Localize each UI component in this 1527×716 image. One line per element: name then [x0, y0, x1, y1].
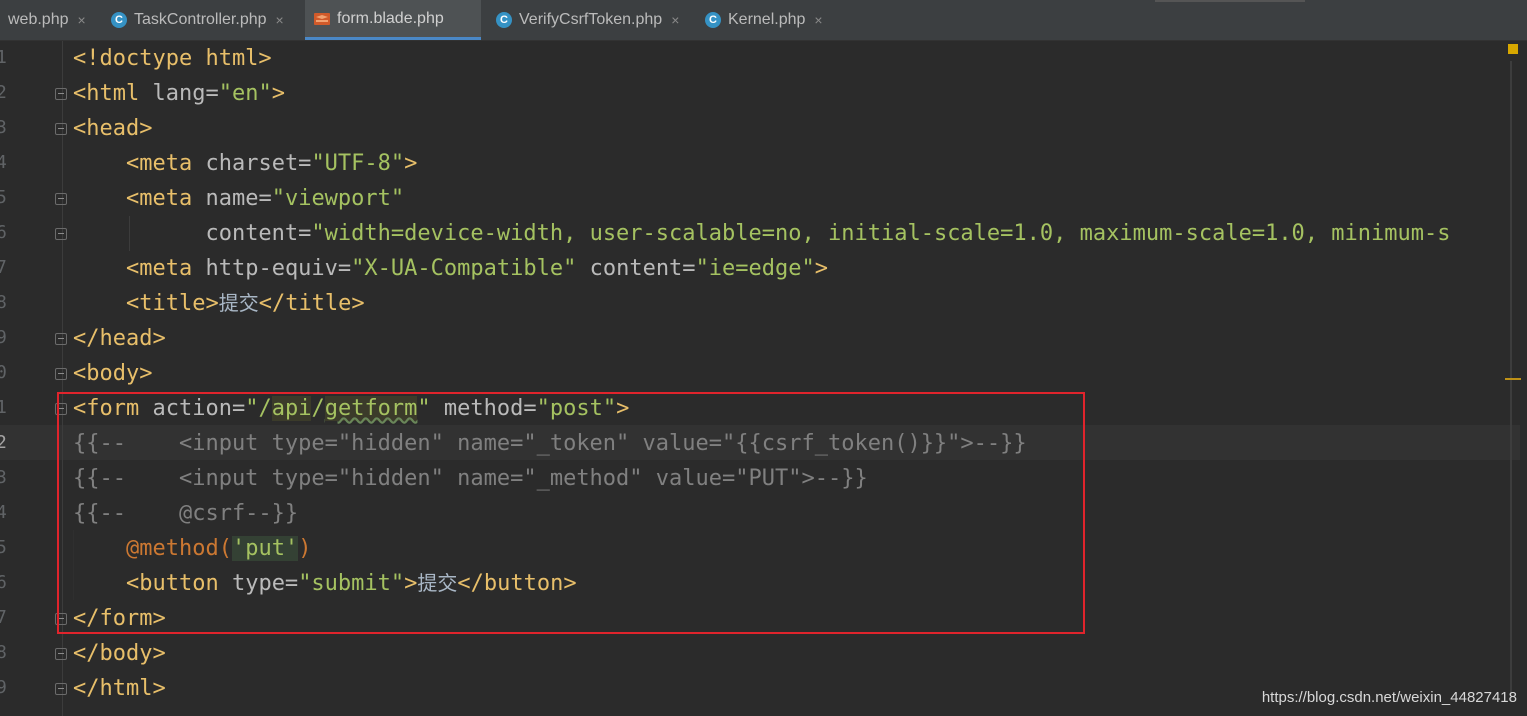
tag-token: <!doctype html>: [73, 46, 272, 71]
text-token: 提交: [218, 291, 259, 315]
line-number: 7: [0, 607, 7, 628]
line-number: 8: [0, 292, 7, 313]
code-line-18[interactable]: </body>: [73, 636, 166, 671]
close-icon[interactable]: ×: [78, 12, 86, 28]
tag-token: <meta: [125, 186, 206, 211]
fold-icon[interactable]: [55, 368, 67, 380]
line-number: 6: [0, 572, 7, 593]
line-number: 5: [0, 187, 7, 208]
code-line-6[interactable]: content="width=device-width, user-scalab…: [73, 216, 1451, 251]
tag-token: </head>: [73, 326, 166, 351]
line-number: 9: [0, 677, 7, 698]
tab-label: TaskController.php: [134, 11, 267, 28]
fold-icon[interactable]: [55, 88, 67, 100]
error-stripe-marker[interactable]: [1505, 378, 1521, 380]
code-line-4[interactable]: <meta charset="UTF-8">: [73, 146, 417, 181]
tag-token: <body>: [73, 361, 153, 386]
tab-verifycsrftoken-php[interactable]: C VerifyCsrfToken.php ×: [488, 0, 693, 40]
string-token: "width=device-width, user-scalable=no, i…: [311, 221, 1451, 246]
warning-marker-icon[interactable]: [1508, 44, 1518, 54]
line-number: 3: [0, 467, 7, 488]
line-number: 1: [0, 397, 7, 418]
close-icon[interactable]: ×: [671, 12, 679, 28]
string-token: "UTF-8": [311, 151, 405, 176]
close-icon[interactable]: ×: [276, 12, 284, 28]
string-token: "ie=edge": [695, 256, 815, 281]
tag-token: >: [814, 256, 829, 281]
attr-token: http-equiv=: [205, 256, 352, 281]
tag-token: <meta: [125, 151, 206, 176]
tag-token: </title>: [258, 291, 365, 316]
code-line-5[interactable]: <meta name="viewport": [73, 181, 404, 216]
highlight-annotation-box: [57, 392, 1085, 634]
tag-token: <head>: [73, 116, 153, 141]
line-number: 8: [0, 642, 7, 663]
tag-token: <title>: [125, 291, 219, 316]
vertical-scrollbar[interactable]: [1510, 61, 1512, 701]
line-number: 9: [0, 327, 7, 348]
code-editor[interactable]: 1 2 3 4 5 6 7 8 9 0 1 2 3 4 5 6 7 8 9 <!…: [0, 41, 1527, 716]
code-line-3[interactable]: <head>: [73, 111, 152, 146]
tag-token: </body>: [73, 641, 166, 666]
line-number: 0: [0, 362, 7, 383]
tab-label: Kernel.php: [728, 11, 806, 28]
string-token: "en": [218, 81, 272, 106]
attr-token: charset=: [205, 151, 312, 176]
blade-file-icon: [313, 11, 331, 27]
tag-token: >: [404, 151, 418, 176]
tab-label: VerifyCsrfToken.php: [519, 11, 663, 28]
code-line-1[interactable]: <!doctype html>: [73, 41, 272, 76]
line-number: 1: [0, 47, 7, 68]
attr-token: name=: [205, 186, 272, 211]
code-line-9[interactable]: </head>: [73, 321, 166, 356]
line-number: 5: [0, 537, 7, 558]
line-number: 4: [0, 152, 7, 173]
fold-icon[interactable]: [55, 683, 67, 695]
attr-token: lang=: [152, 81, 219, 106]
line-number: 3: [0, 117, 7, 138]
code-line-8[interactable]: <title>提交</title>: [73, 286, 365, 321]
close-icon[interactable]: ×: [814, 12, 822, 28]
attr-token: content=: [576, 256, 696, 281]
code-line-2[interactable]: <html lang="en">: [73, 76, 285, 111]
tab-kernel-php[interactable]: C Kernel.php ×: [697, 0, 832, 40]
line-number-current: 2: [0, 432, 7, 453]
editor-tab-bar: web.php × C TaskController.php × form.bl…: [0, 0, 1527, 41]
tag-token: </html>: [73, 676, 166, 701]
code-line-19[interactable]: </html>: [73, 671, 166, 706]
class-icon: C: [111, 12, 127, 28]
fold-icon[interactable]: [55, 228, 67, 240]
attr-token: content=: [205, 221, 312, 246]
line-number: 4: [0, 502, 7, 523]
tab-label: form.blade.php: [337, 9, 444, 27]
fold-icon[interactable]: [55, 648, 67, 660]
line-number: 7: [0, 257, 7, 278]
string-token: "viewport": [271, 186, 405, 211]
tab-form-blade-php[interactable]: form.blade.php: [305, 0, 481, 40]
class-icon: C: [496, 12, 512, 28]
tag-token: >: [271, 81, 285, 106]
code-line-7[interactable]: <meta http-equiv="X-UA-Compatible" conte…: [73, 251, 828, 286]
tab-overflow-indicator: [1155, 0, 1305, 2]
code-line-10[interactable]: <body>: [73, 356, 152, 391]
string-token: "X-UA-Compatible": [351, 256, 577, 281]
tag-token: <meta: [125, 256, 206, 281]
watermark: https://blog.csdn.net/weixin_44827418: [1261, 689, 1517, 706]
fold-icon[interactable]: [55, 193, 67, 205]
tab-web-php[interactable]: web.php ×: [0, 0, 97, 40]
tag-token: <html: [73, 81, 153, 106]
line-number: 6: [0, 222, 7, 243]
class-icon: C: [705, 12, 721, 28]
fold-icon[interactable]: [55, 333, 67, 345]
tab-taskcontroller-php[interactable]: C TaskController.php ×: [103, 0, 303, 40]
fold-icon[interactable]: [55, 123, 67, 135]
tab-label: web.php: [8, 11, 69, 28]
line-number: 2: [0, 82, 7, 103]
